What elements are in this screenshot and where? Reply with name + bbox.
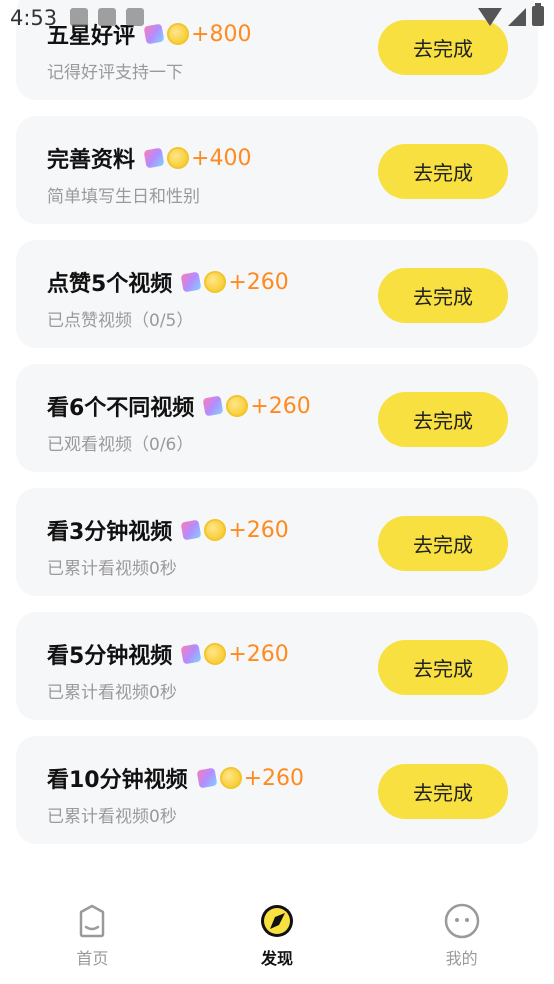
- notification-icon: [70, 8, 88, 26]
- nav-item-discover[interactable]: 发现: [185, 888, 370, 984]
- task-desc: 简单填写生日和性别: [47, 187, 200, 207]
- task-desc: 已累计看视频0秒: [47, 807, 177, 827]
- task-title-row: 看10分钟视频 +260: [47, 762, 304, 794]
- task-title-row: 看5分钟视频 +260: [47, 638, 289, 670]
- task-title: 看10分钟视频: [47, 768, 188, 793]
- task-title: 点赞5个视频: [47, 272, 173, 297]
- task-card: 点赞5个视频 +260 已点赞视频（0/5） 去完成: [16, 240, 538, 348]
- task-reward: +260: [228, 269, 289, 295]
- bottom-navigation: 首页 发现 我的: [0, 888, 554, 984]
- nav-item-profile[interactable]: 我的: [369, 888, 554, 984]
- nav-label-discover: 发现: [261, 949, 294, 968]
- battery-icon: [532, 3, 544, 26]
- task-card: 完善资料 +400 简单填写生日和性别 去完成: [16, 116, 538, 224]
- gem-icon: [143, 147, 165, 169]
- complete-button[interactable]: 去完成: [378, 516, 508, 571]
- complete-button[interactable]: 去完成: [378, 392, 508, 447]
- task-title-row: 完善资料 +400: [47, 142, 251, 174]
- coin-icon: [167, 147, 190, 169]
- home-icon: [80, 904, 105, 938]
- task-title-row: 看3分钟视频 +260: [47, 514, 289, 546]
- status-right-icons: [478, 3, 544, 26]
- task-reward: +400: [191, 145, 252, 171]
- status-time: 4:53: [10, 6, 58, 30]
- complete-button[interactable]: 去完成: [378, 268, 508, 323]
- coin-icon: [226, 395, 249, 417]
- coin-icon: [204, 643, 227, 665]
- task-card: 看10分钟视频 +260 已累计看视频0秒 去完成: [16, 736, 538, 844]
- wifi-icon: [478, 8, 502, 26]
- nav-item-home[interactable]: 首页: [0, 888, 185, 984]
- coin-icon: [204, 519, 227, 541]
- gem-icon: [202, 395, 224, 417]
- task-card: 看3分钟视频 +260 已累计看视频0秒 去完成: [16, 488, 538, 596]
- task-title: 看3分钟视频: [47, 520, 173, 545]
- task-desc: 已累计看视频0秒: [47, 559, 177, 579]
- profile-face-icon: [444, 903, 479, 939]
- task-desc: 记得好评支持一下: [47, 63, 183, 83]
- gem-icon: [180, 271, 202, 293]
- task-title: 看6个不同视频: [47, 396, 195, 421]
- complete-button[interactable]: 去完成: [378, 144, 508, 199]
- task-title-row: 点赞5个视频 +260: [47, 266, 289, 298]
- task-desc: 已观看视频（0/6）: [47, 435, 194, 455]
- status-bar: 4:53: [0, 0, 554, 36]
- cell-signal-icon: [508, 8, 526, 26]
- gem-icon: [180, 643, 202, 665]
- complete-button[interactable]: 去完成: [378, 764, 508, 819]
- gem-icon: [180, 519, 202, 541]
- task-reward: +260: [228, 641, 289, 667]
- task-title-row: 看6个不同视频 +260: [47, 390, 311, 422]
- complete-button[interactable]: 去完成: [378, 640, 508, 695]
- task-reward: +260: [228, 517, 289, 543]
- gem-icon: [196, 767, 218, 789]
- task-card: 看6个不同视频 +260 已观看视频（0/6） 去完成: [16, 364, 538, 472]
- task-reward: +260: [250, 393, 311, 419]
- task-title: 看5分钟视频: [47, 644, 173, 669]
- download-icon: [98, 8, 116, 26]
- coin-icon: [204, 271, 227, 293]
- task-card: 看5分钟视频 +260 已累计看视频0秒 去完成: [16, 612, 538, 720]
- task-desc: 已累计看视频0秒: [47, 683, 177, 703]
- text-icon: [126, 8, 144, 26]
- nav-label-home: 首页: [76, 949, 109, 968]
- task-desc: 已点赞视频（0/5）: [47, 311, 194, 331]
- nav-label-profile: 我的: [445, 949, 478, 968]
- coin-icon: [219, 767, 242, 789]
- status-left-icons: [70, 8, 144, 26]
- task-title: 完善资料: [47, 148, 136, 173]
- compass-icon: [261, 905, 293, 937]
- task-reward: +260: [243, 765, 305, 791]
